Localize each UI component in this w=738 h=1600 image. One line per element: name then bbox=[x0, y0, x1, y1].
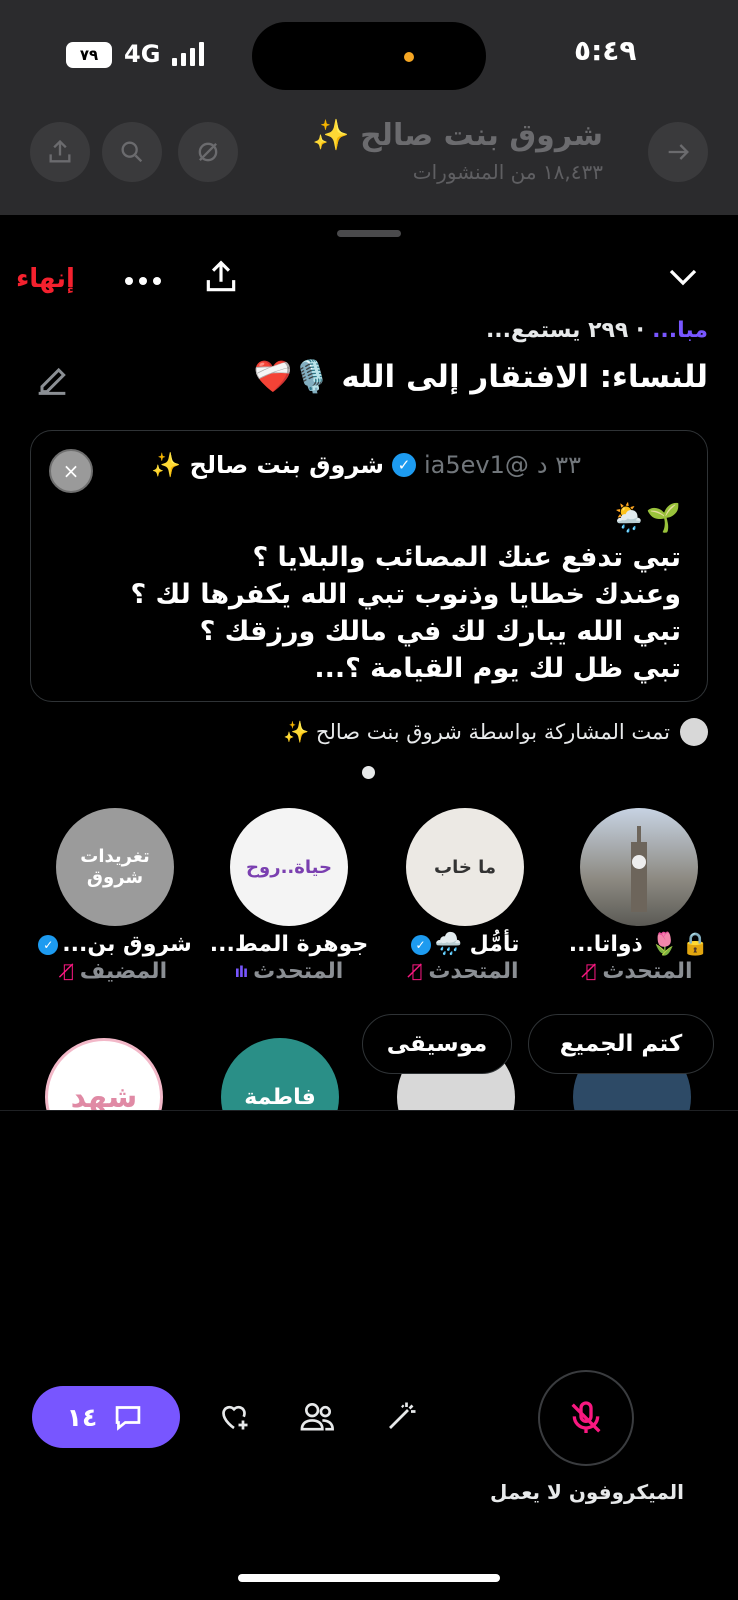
mic-off-icon: 🎙̸ bbox=[585, 961, 597, 982]
signal-icon bbox=[172, 42, 204, 66]
post-author: شروق بنت صالح ✨ bbox=[151, 451, 384, 479]
shared-by-line: تمت المشاركة بواسطة شروق بنت صالح ✨ bbox=[283, 718, 708, 746]
verified-badge-icon: ✓ bbox=[38, 934, 59, 955]
avatar: حياة..روح bbox=[230, 808, 348, 926]
microphone-button[interactable] bbox=[538, 1370, 634, 1466]
back-arrow-icon bbox=[648, 122, 708, 182]
avatar bbox=[580, 808, 698, 926]
edit-icon[interactable] bbox=[32, 360, 72, 404]
dismiss-post-icon[interactable]: × bbox=[49, 449, 93, 493]
speaking-wave-icon: ılı bbox=[234, 962, 248, 981]
participant-speaker[interactable]: ما خاب تأمُّل 🌧️ ✓ المتحدث 🎙̸ bbox=[380, 808, 550, 984]
heart-add-icon[interactable] bbox=[206, 1388, 262, 1444]
participant-role-row: المتحدث 🎙̸ bbox=[380, 959, 550, 984]
participant-name-row: تأمُّل 🌧️ ✓ bbox=[380, 932, 550, 957]
share-icon bbox=[30, 122, 90, 182]
participant-role-row: المتحدث 🎙̸ bbox=[554, 959, 724, 984]
lock-icon: 🔒 bbox=[681, 932, 710, 957]
post-line: تبي الله يبارك لك في مالك ورزقك ؟ bbox=[199, 616, 681, 647]
participant-name: تأمُّل 🌧️ bbox=[434, 932, 520, 957]
magic-wand-icon[interactable] bbox=[374, 1388, 430, 1444]
mic-off-icon: 🎙̸ bbox=[62, 961, 74, 982]
post-line: تبي ظل لك يوم القيامة ؟... bbox=[314, 653, 681, 684]
post-time: ٣٣ د bbox=[536, 451, 581, 479]
participant-role: المتحدث bbox=[428, 959, 519, 984]
search-icon bbox=[102, 122, 162, 182]
sharer-avatar bbox=[680, 718, 708, 746]
share-icon[interactable] bbox=[196, 252, 246, 302]
avatar: ما خاب bbox=[406, 808, 524, 926]
status-bar: ٧٩ 4G ٥:٤٩ bbox=[0, 0, 738, 110]
profile-name: شروق بنت صالح ✨ bbox=[312, 118, 603, 153]
mic-off-icon bbox=[571, 1401, 601, 1433]
clock-tower-icon bbox=[631, 826, 647, 912]
post-emoji-line: 🌦️🌱 bbox=[611, 501, 681, 534]
people-icon[interactable] bbox=[290, 1388, 346, 1444]
participant-speaker[interactable]: حياة..روح جوهرة المط... المتحدث ılı bbox=[204, 808, 374, 984]
post-line: تبي تدفع عنك المصائب والبلايا ؟ bbox=[252, 542, 681, 573]
grok-icon bbox=[178, 122, 238, 182]
chat-button[interactable]: ١٤ bbox=[32, 1386, 180, 1448]
post-text: تبي تدفع عنك المصائب والبلايا ؟ وعندك خط… bbox=[51, 539, 681, 687]
participant-role-row: المضيف 🎙̸ bbox=[30, 959, 200, 984]
post-header: ٣٣ د @ia5ev1 ✓ شروق بنت صالح ✨ bbox=[151, 451, 581, 479]
participant-speaker[interactable]: 🔒 🌷 ذواتا... المتحدث 🎙̸ bbox=[554, 808, 724, 984]
chat-count: ١٤ bbox=[66, 1402, 98, 1432]
space-status-line: مبا... · ٢٩٩ يستمع... bbox=[486, 318, 708, 343]
network-type: 4G bbox=[124, 40, 161, 68]
participant-host[interactable]: تغريدات شروق شروق بن... ✓ المضيف 🎙̸ bbox=[30, 808, 200, 984]
music-button[interactable]: موسيقى bbox=[362, 1014, 512, 1074]
verified-badge-icon: ✓ bbox=[410, 934, 431, 955]
mic-off-icon: 🎙̸ bbox=[411, 961, 423, 982]
privacy-dot bbox=[404, 52, 414, 62]
drag-handle[interactable] bbox=[337, 230, 401, 237]
space-sheet: إنهاء مبا... · ٢٩٩ يستمع... للنساء: الاف… bbox=[0, 218, 738, 1600]
battery-indicator: ٧٩ bbox=[66, 42, 112, 68]
mute-all-button[interactable]: كتم الجميع bbox=[528, 1014, 714, 1074]
chat-bubble-icon bbox=[115, 1406, 141, 1431]
participant-role: المتحدث bbox=[253, 959, 344, 984]
participant-name: شروق بن... bbox=[62, 932, 192, 957]
space-title: للنساء: الافتقار إلى الله 🎙️❤️‍🩹 bbox=[253, 359, 708, 395]
avatar: تغريدات شروق bbox=[56, 808, 174, 926]
participant-name-row: 🔒 🌷 ذواتا... bbox=[554, 932, 724, 957]
mic-status-label: الميكروفون لا يعمل bbox=[489, 1480, 685, 1504]
more-icon[interactable] bbox=[118, 256, 168, 306]
participant-role-row: المتحدث ılı bbox=[204, 959, 374, 984]
dynamic-island bbox=[252, 22, 486, 90]
list-mask bbox=[0, 1111, 738, 1311]
clock: ٥:٤٩ bbox=[574, 34, 637, 67]
page-indicator bbox=[362, 766, 375, 779]
home-indicator[interactable] bbox=[238, 1574, 500, 1582]
post-count: ١٨,٤٣٣ من المنشورات bbox=[412, 160, 603, 184]
participant-role: المتحدث bbox=[602, 959, 693, 984]
participant-name: جوهرة المط... bbox=[209, 932, 369, 957]
participant-name: 🌷 ذواتا... bbox=[568, 932, 678, 957]
participant-role: المضيف bbox=[79, 959, 168, 984]
post-handle: @ia5ev1 bbox=[424, 451, 529, 479]
background-profile-header: شروق بنت صالح ✨ ١٨,٤٣٣ من المنشورات bbox=[0, 110, 738, 215]
shared-by-text: تمت المشاركة بواسطة شروق بنت صالح ✨ bbox=[283, 719, 670, 744]
end-space-button[interactable]: إنهاء bbox=[16, 264, 75, 294]
pinned-post-card[interactable]: ٣٣ د @ia5ev1 ✓ شروق بنت صالح ✨ × 🌦️🌱 تبي… bbox=[30, 430, 708, 702]
verified-badge-icon: ✓ bbox=[392, 453, 416, 477]
chevron-down-icon[interactable] bbox=[658, 252, 708, 302]
live-label: مبا... bbox=[652, 318, 708, 343]
post-line: وعندك خطايا وذنوب تبي الله يكفرها لك ؟ bbox=[130, 579, 681, 610]
listener-count: · ٢٩٩ يستمع... bbox=[485, 318, 653, 343]
participant-name-row: شروق بن... ✓ bbox=[30, 932, 200, 957]
